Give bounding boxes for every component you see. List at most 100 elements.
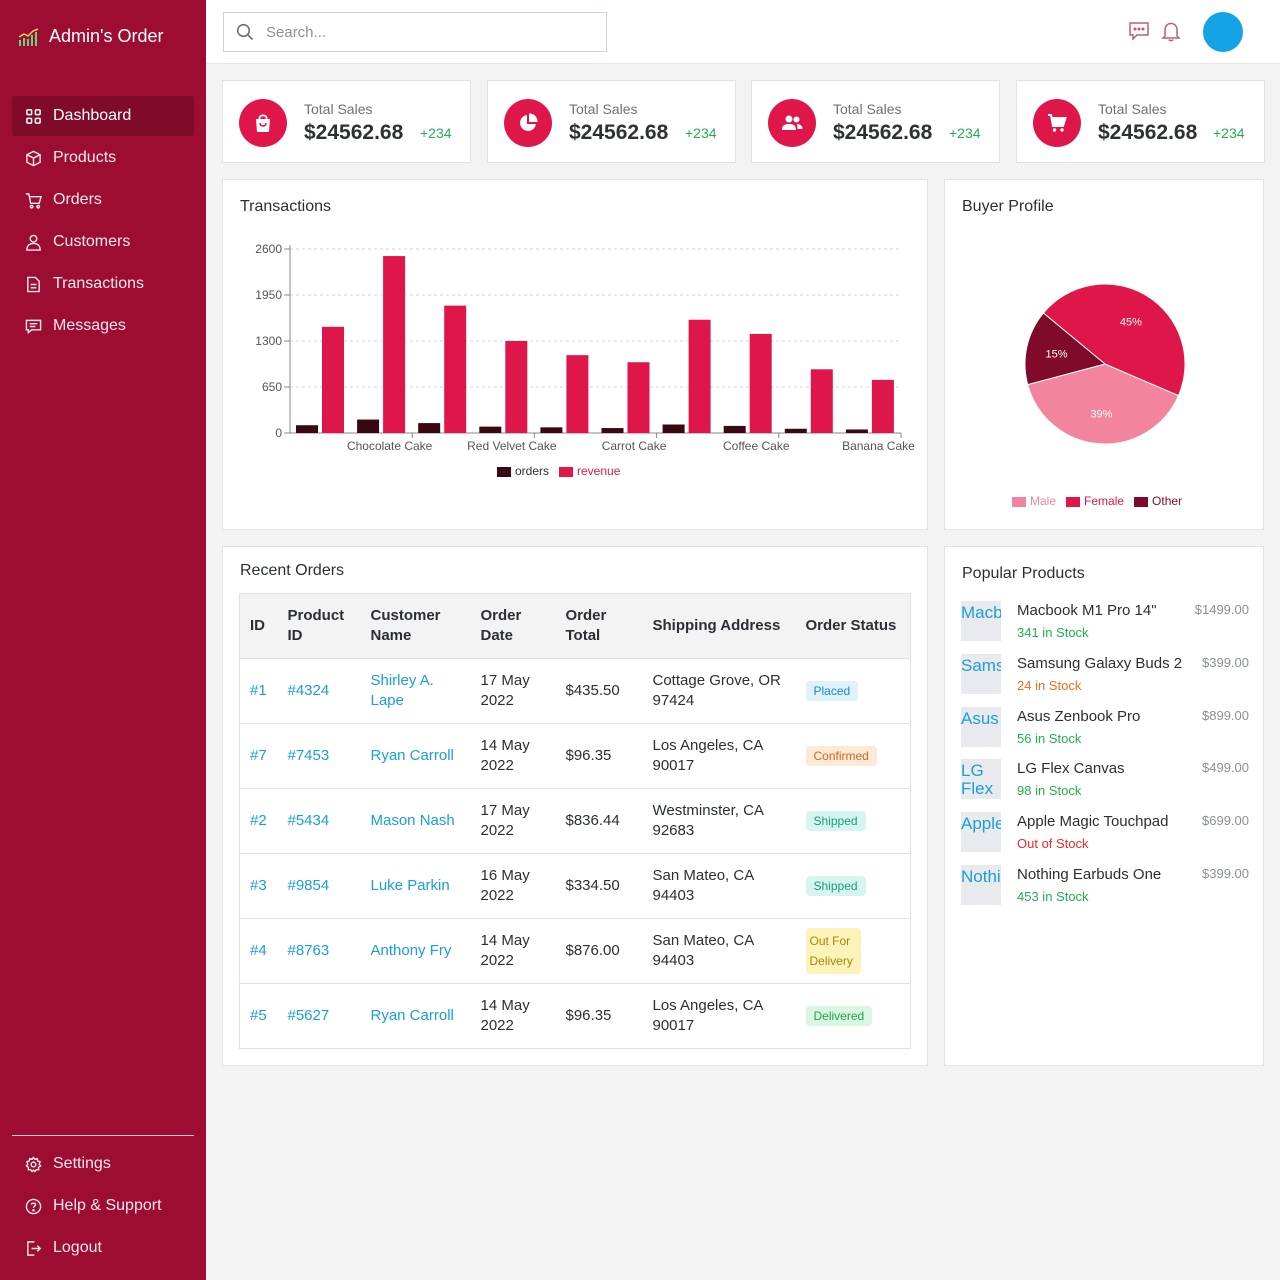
customer-name-cell: Shirley A. Lape xyxy=(360,658,471,724)
status-badge: Placed xyxy=(805,681,859,701)
nav-label: Settings xyxy=(53,1155,111,1172)
search-box[interactable] xyxy=(223,12,607,52)
customer-name[interactable]: Mason Nash xyxy=(371,812,455,829)
bar-revenue[interactable] xyxy=(871,379,894,433)
shipping-address-cell: Cottage Grove, OR 97424 xyxy=(642,658,796,724)
customer-name[interactable]: Luke Parkin xyxy=(371,877,450,894)
order-id-cell: #3 xyxy=(239,853,278,919)
y-tick-label: 1950 xyxy=(255,288,282,302)
bar-orders[interactable] xyxy=(357,419,380,433)
product-item[interactable]: Macb Macbook M1 Pro 14" 341 in Stock $1499.… xyxy=(961,601,1249,645)
col-product-id[interactable]: Product ID xyxy=(277,593,361,659)
nav-item-orders[interactable]: Orders xyxy=(12,180,194,220)
nav-item-logout[interactable]: Logout xyxy=(12,1228,194,1268)
cart-icon xyxy=(25,192,42,209)
bar-orders[interactable] xyxy=(540,427,563,433)
product-item[interactable]: LG Flex LG Flex Canvas 98 in Stock $499.00 xyxy=(961,759,1249,803)
nav-item-products[interactable]: Products xyxy=(12,138,194,178)
product-item[interactable]: Asus Asus Zenbook Pro 56 in Stock $899.00 xyxy=(961,706,1249,751)
legend-item-orders[interactable]: orders xyxy=(497,464,549,478)
col-id[interactable]: ID xyxy=(239,593,278,659)
bar-orders[interactable] xyxy=(296,425,318,433)
col-shipping-address[interactable]: Shipping Address xyxy=(642,593,796,659)
nav-item-customers[interactable]: Customers xyxy=(12,222,194,262)
bar-orders[interactable] xyxy=(845,429,868,433)
transactions-legend: orders revenue xyxy=(497,464,620,478)
product-item[interactable]: Sams Samsung Galaxy Buds 2 24 in Stock $399… xyxy=(961,653,1249,698)
order-id[interactable]: #1 xyxy=(250,682,267,699)
customer-name[interactable]: Ryan Carroll xyxy=(371,747,454,764)
bar-orders[interactable] xyxy=(601,428,624,433)
product-name: Samsung Galaxy Buds 2 xyxy=(1017,654,1183,672)
product-stock: 24 in Stock xyxy=(1017,677,1082,693)
stat-value: $24562.68 xyxy=(569,121,669,144)
customer-name[interactable]: Anthony Fry xyxy=(371,942,452,959)
bar-orders[interactable] xyxy=(662,424,685,433)
bar-revenue[interactable] xyxy=(688,319,711,433)
shipping-address-cell: Westminster, CA 92683 xyxy=(642,788,796,854)
shipping-address-cell: Los Angeles, CA 90017 xyxy=(642,723,796,789)
product-id[interactable]: #9854 xyxy=(288,877,330,894)
order-id[interactable]: #4 xyxy=(250,942,267,959)
nav-item-help[interactable]: Help & Support xyxy=(12,1186,194,1226)
nav-item-settings[interactable]: Settings xyxy=(12,1144,194,1184)
legend-item-male[interactable]: Male xyxy=(1012,494,1056,508)
chat-icon[interactable] xyxy=(1128,20,1150,42)
order-id[interactable]: #5 xyxy=(250,1007,267,1024)
product-item[interactable]: Apple Apple Magic Touchpad Out of Stock $69… xyxy=(961,812,1249,856)
bar-orders[interactable] xyxy=(418,423,441,433)
bar-revenue[interactable] xyxy=(444,305,467,433)
bar-orders[interactable] xyxy=(479,426,502,433)
stat-value: $24562.68 xyxy=(1098,121,1198,144)
product-id[interactable]: #5434 xyxy=(288,812,330,829)
order-id[interactable]: #3 xyxy=(250,877,267,894)
product-id[interactable]: #7453 xyxy=(288,747,330,764)
bar-revenue[interactable] xyxy=(566,355,589,433)
nav-item-transactions[interactable]: Transactions xyxy=(12,264,194,304)
bar-revenue[interactable] xyxy=(749,333,772,433)
col-order-total[interactable]: Order Total xyxy=(555,593,643,659)
image-alt-text: Sams xyxy=(961,655,1001,675)
bar-revenue[interactable] xyxy=(810,369,833,433)
bell-icon[interactable] xyxy=(1160,20,1182,42)
gear-icon xyxy=(25,1155,42,1173)
bar-orders[interactable] xyxy=(723,425,746,433)
orders-body: #1 #4324 Shirley A. Lape 17 May 2022 $435.50… xyxy=(239,658,911,1049)
bar-revenue[interactable] xyxy=(383,256,406,433)
order-date: 14 May 2022 xyxy=(480,932,530,969)
product-item[interactable]: Nothi Nothing Earbuds One 453 in Stock $399… xyxy=(961,865,1249,909)
nav-item-dashboard[interactable]: Dashboard xyxy=(12,96,194,136)
legend-item-revenue[interactable]: revenue xyxy=(559,464,620,478)
pie-chart-icon xyxy=(504,99,552,147)
avatar[interactable] xyxy=(1203,12,1243,52)
order-id[interactable]: #2 xyxy=(250,812,267,829)
x-tick-label: Chocolate Cake xyxy=(347,439,433,453)
bar-revenue[interactable] xyxy=(627,362,650,433)
bar-revenue[interactable] xyxy=(322,326,344,433)
customer-name-cell: Ryan Carroll xyxy=(360,723,471,789)
legend-item-other[interactable]: Other xyxy=(1134,494,1182,508)
brand[interactable]: Admin's Order xyxy=(18,26,163,47)
product-id[interactable]: #5627 xyxy=(288,1007,330,1024)
bar-orders[interactable] xyxy=(784,428,807,433)
product-id[interactable]: #8763 xyxy=(288,942,330,959)
search-input[interactable] xyxy=(266,23,586,41)
nav-item-messages[interactable]: Messages xyxy=(12,306,194,346)
col-order-status[interactable]: Order Status xyxy=(795,593,911,659)
shipping-address-cell: San Mateo, CA 94403 xyxy=(642,918,796,984)
order-date: 17 May 2022 xyxy=(480,672,530,709)
customer-name[interactable]: Ryan Carroll xyxy=(371,1007,454,1024)
col-order-date[interactable]: Order Date xyxy=(470,593,556,659)
legend-item-female[interactable]: Female xyxy=(1066,494,1124,508)
pie-label: 15% xyxy=(1046,348,1068,360)
customer-name[interactable]: Shirley A. Lape xyxy=(371,672,434,709)
users-icon xyxy=(768,99,816,147)
order-date-cell: 17 May 2022 xyxy=(470,788,556,854)
bar-revenue[interactable] xyxy=(505,341,528,433)
product-stock: 453 in Stock xyxy=(1017,889,1089,904)
order-id[interactable]: #7 xyxy=(250,747,267,764)
col-customer-name[interactable]: Customer Name xyxy=(360,593,471,659)
image-alt-text: Apple xyxy=(961,814,1001,834)
product-id[interactable]: #4324 xyxy=(288,682,330,699)
image-alt-text: Nothi xyxy=(961,867,1001,886)
